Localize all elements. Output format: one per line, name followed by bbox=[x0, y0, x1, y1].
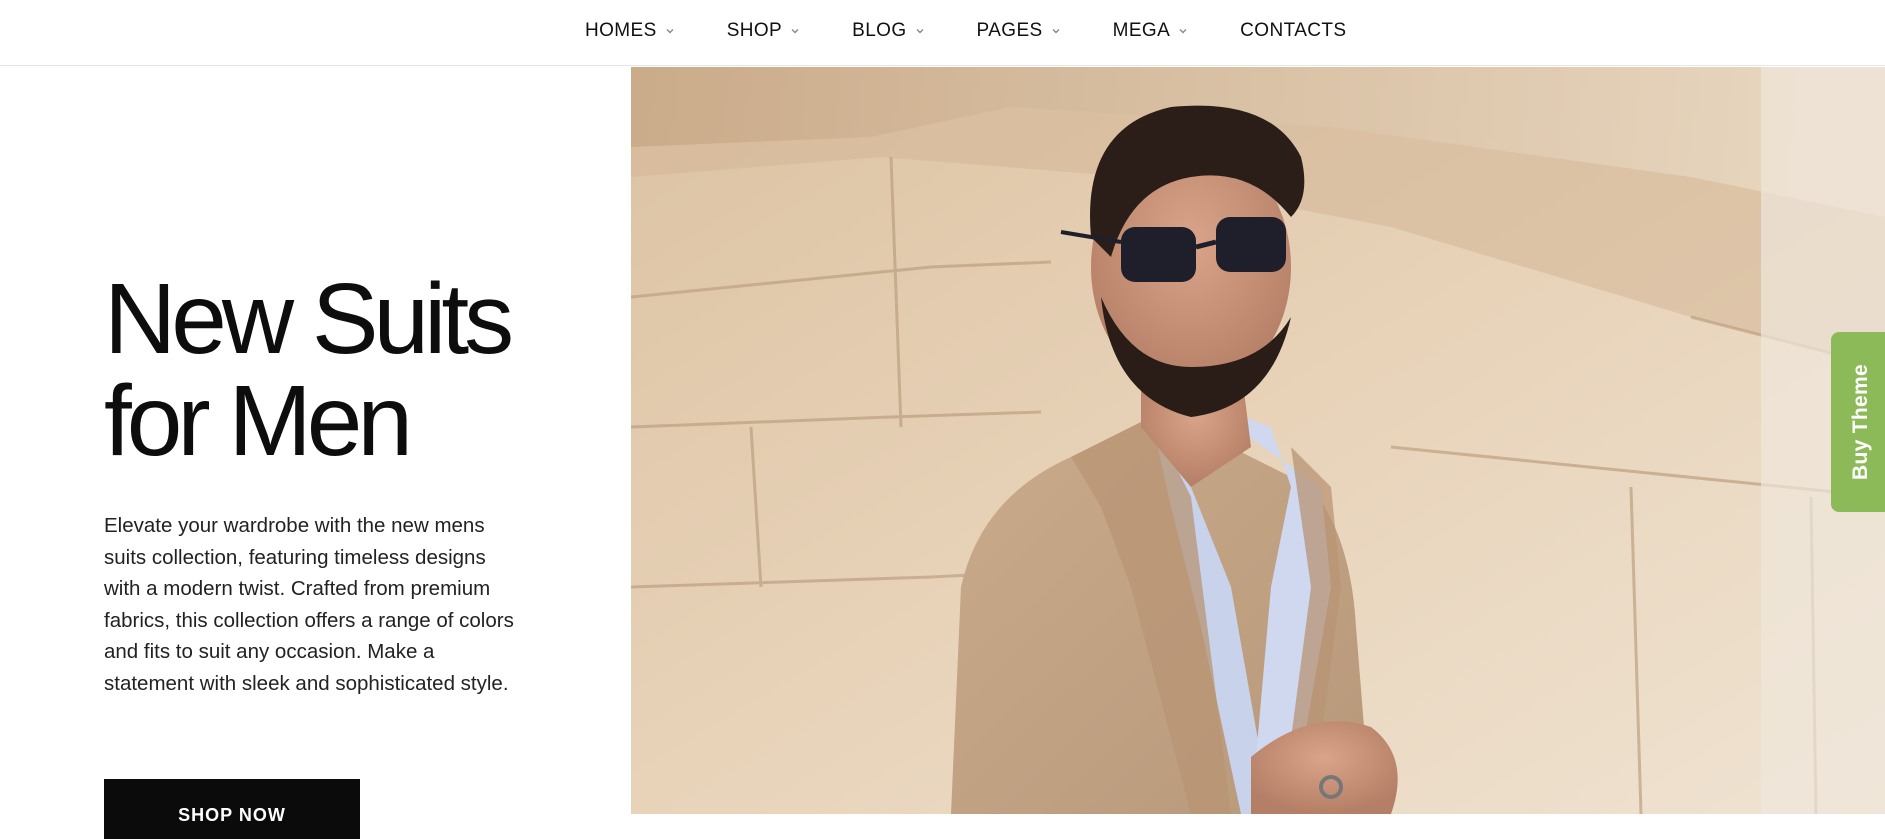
top-navigation: HOMES SHOP BLOG PAGES MEGA CONTACTS bbox=[0, 0, 1885, 66]
buy-theme-label: Buy Theme bbox=[1849, 364, 1872, 480]
nav-item-label: BLOG bbox=[852, 20, 907, 41]
nav-item-label: HOMES bbox=[585, 20, 657, 41]
nav-item-shop[interactable]: SHOP bbox=[727, 20, 800, 42]
chevron-down-icon bbox=[666, 29, 674, 34]
hero-text-block: New Suits for Men Elevate your wardrobe … bbox=[104, 268, 544, 699]
nav-item-label: PAGES bbox=[976, 20, 1043, 41]
nav-item-homes[interactable]: HOMES bbox=[585, 20, 675, 42]
chevron-down-icon bbox=[1179, 29, 1187, 34]
hero-title: New Suits for Men bbox=[104, 268, 544, 472]
hero-description: Elevate your wardrobe with the new mens … bbox=[104, 514, 514, 695]
hero-title-line-1: New Suits bbox=[104, 263, 514, 375]
nav-item-label: SHOP bbox=[726, 20, 783, 41]
chevron-down-icon bbox=[1052, 29, 1060, 34]
shop-now-button[interactable]: SHOP NOW bbox=[104, 779, 360, 839]
chevron-down-icon bbox=[916, 29, 924, 34]
nav-item-mega[interactable]: MEGA bbox=[1113, 20, 1189, 42]
hero-title-line-2: for Men bbox=[104, 365, 413, 477]
hero-image bbox=[631, 67, 1885, 814]
buy-theme-tab[interactable]: Buy Theme bbox=[1831, 332, 1885, 512]
nav-item-contacts[interactable]: CONTACTS bbox=[1240, 20, 1346, 42]
nav-item-pages[interactable]: PAGES bbox=[977, 20, 1061, 42]
nav-item-blog[interactable]: BLOG bbox=[852, 20, 924, 42]
nav-item-label: MEGA bbox=[1112, 20, 1171, 41]
chevron-down-icon bbox=[791, 29, 799, 34]
main-menu: HOMES SHOP BLOG PAGES MEGA CONTACTS bbox=[585, 0, 1346, 62]
hero-photo-illustration bbox=[631, 67, 1885, 814]
nav-item-label: CONTACTS bbox=[1240, 20, 1347, 41]
